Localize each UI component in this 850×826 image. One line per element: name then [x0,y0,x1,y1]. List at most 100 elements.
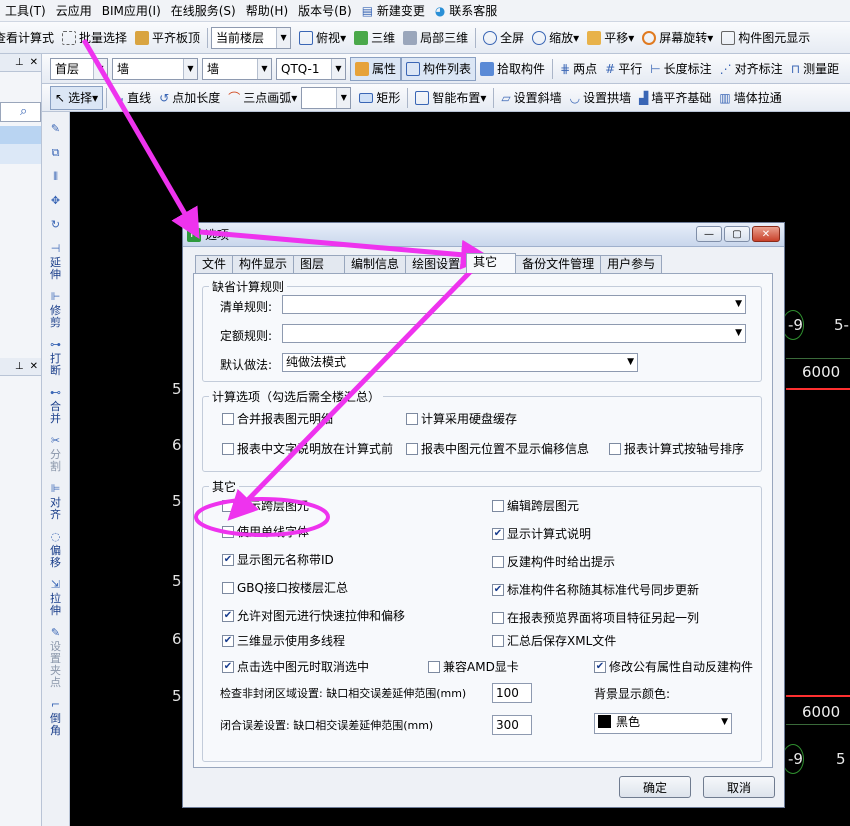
gap-check-input[interactable]: 100 [492,683,532,703]
disk-cache-checkbox[interactable]: 计算采用硬盘缓存 [406,410,517,427]
move-tool[interactable]: ✥ [48,195,64,209]
show-formula-note-checkbox[interactable]: ✔ 显示计算式说明 [492,525,591,542]
click-deselect-checkbox[interactable]: ✔ 点击选中图元时取消选中 [222,658,369,675]
pick-component-button[interactable]: 拾取构件 [476,57,549,81]
component-list-button[interactable]: 构件列表 [401,56,477,81]
fullscreen-button[interactable]: 全屏 [479,26,528,50]
hide-offset-info-checkbox[interactable]: 报表中图元位置不显示偏移信息 [406,440,589,457]
rotate-button[interactable]: 屏幕旋转 ▾ [638,26,717,50]
menu-online[interactable]: 在线服务(S) [166,0,241,21]
align-dim-button[interactable]: ⋰ 对齐标注 [716,57,787,81]
tab-component-display[interactable]: 构件显示 [232,255,295,273]
menu-version[interactable]: 版本号(B) [293,0,357,21]
tab-draw-settings[interactable]: 绘图设置 [405,255,468,273]
sync-standard-name-checkbox[interactable]: ✔ 标准构件名称随其标准代号同步更新 [492,581,699,598]
menu-contact[interactable]: ◕ 联系客服 [430,0,502,21]
tab-file[interactable]: 文件 [195,255,234,273]
point-length-button[interactable]: ↺ 点加长度 [155,86,224,110]
menu-help[interactable]: 帮助(H) [241,0,293,21]
arc3-button[interactable]: ⌒ 三点画弧 ▾ [224,86,301,110]
sort-by-axis-checkbox[interactable]: 报表计算式按轴号排序 [609,440,744,457]
merge-tool[interactable]: ⊷ 合并 [48,387,64,425]
arch-wall-button[interactable]: ◡ 设置拱墙 [566,86,636,110]
close-icon[interactable]: ✕ [30,361,38,372]
grip-tool[interactable]: ✎ 设置夹点 [48,627,64,689]
merge-report-detail-checkbox[interactable]: 合并报表图元明细 [222,410,333,427]
copy-tool[interactable]: ⧉ [48,147,64,161]
extend-tool[interactable]: ⊣ 延伸 [48,243,64,281]
align-slab-button[interactable]: 平齐板顶 [131,26,204,50]
pin-icon[interactable]: ⊥ [15,361,24,372]
ok-button[interactable]: 确定 [619,776,691,798]
search-icon[interactable]: ⌕ [20,104,27,119]
properties-button[interactable]: 属性 [350,56,402,81]
menu-bim[interactable]: BIM应用(I) [97,0,166,21]
smart-layout-button[interactable]: 智能布置 ▾ [411,86,490,110]
break-tool[interactable]: ⊶ 打断 [48,339,64,377]
text-before-formula-checkbox[interactable]: 报表中文字说明放在计算式前 [222,440,393,457]
default-method-select[interactable]: 纯做法模式 ▼ [282,353,638,372]
tab-user-participation[interactable]: 用户参与 [600,255,663,273]
floor-combo[interactable]: 当前楼层 ▼ [211,26,292,49]
view-calc-button[interactable]: 查看计算式 [0,26,58,50]
chamfer-tool[interactable]: ⌐ 倒角 [48,699,64,737]
layer-combo[interactable]: 首层 ▼ [50,57,108,80]
multithread-3d-checkbox[interactable]: ✔ 三维显示使用多线程 [222,632,345,649]
type2-combo[interactable]: 墙 ▼ [202,57,272,80]
rotate-tool[interactable]: ↻ [48,219,64,233]
tab-backup[interactable]: 备份文件管理 [515,255,602,273]
rect-button[interactable]: 矩形 [355,86,404,110]
component-display-button[interactable]: 构件图元显示 [717,26,814,50]
show-cross-floor-checkbox[interactable]: 显示跨层图元 [222,497,309,514]
tab-layer[interactable]: 图层 [293,255,346,273]
offset-tool[interactable]: ◌ 偏移 [48,531,64,569]
minimize-button[interactable]: — [696,226,722,242]
tree-item[interactable] [0,144,41,164]
stretch-tool[interactable]: ⇲ 拉伸 [48,579,64,617]
zoom-button[interactable]: 缩放 ▾ [528,26,583,50]
auto-rebuild-checkbox[interactable]: ✔ 修改公有属性自动反建构件 [594,658,753,675]
type1-combo[interactable]: 墙 ▼ [112,57,198,80]
length-dim-button[interactable]: ⊢ 长度标注 [646,57,715,81]
close-icon[interactable]: ✕ [30,57,38,68]
top-view-button[interactable]: 俯视 ▾ [295,26,350,50]
list-rule-select[interactable]: ▼ [282,295,746,314]
edit-cross-floor-checkbox[interactable]: 编辑跨层图元 [492,497,579,514]
three-d-button[interactable]: 三维 [350,26,399,50]
close-button[interactable]: ✕ [752,226,780,242]
close-err-input[interactable]: 300 [492,715,532,735]
two-points-button[interactable]: ⋕ 两点 [556,57,601,81]
align-tool[interactable]: ⊫ 对齐 [48,483,64,521]
trim-tool[interactable]: ⊩ 修剪 [48,291,64,329]
quick-stretch-checkbox[interactable]: ✔ 允许对图元进行快速拉伸和偏移 [222,607,405,624]
parallel-button[interactable]: # 平行 [601,57,646,81]
amd-compat-checkbox[interactable]: 兼容AMD显卡 [428,658,519,675]
slant-wall-button[interactable]: ▱ 设置斜墙 [497,86,565,110]
select-button[interactable]: ↖ 选择 ▾ [50,85,104,110]
mirror-tool[interactable]: ⫴ [48,171,64,185]
single-line-font-checkbox[interactable]: 使用单线字体 [222,523,309,540]
batch-select-button[interactable]: 批量选择 [58,26,131,50]
maximize-button[interactable]: ▢ [724,226,750,242]
cancel-button[interactable]: 取消 [703,776,775,798]
menu-cloud[interactable]: 云应用 [51,0,97,21]
component-combo[interactable]: QTQ-1 ▼ [276,57,346,80]
line-button[interactable]: ↘ 直线 [110,86,155,110]
bg-color-select[interactable]: 黑色 ▼ [594,713,732,734]
measure-button[interactable]: ⊓ 测量距 [787,57,843,81]
wall-pull-button[interactable]: ▥ 墙体拉通 [715,86,785,110]
menu-new-change[interactable]: ▤ 新建变更 [357,0,430,21]
pan-button[interactable]: 平移 ▾ [583,26,638,50]
pin-icon[interactable]: ⊥ [15,57,24,68]
wall-align-base-button[interactable]: ▟ 墙平齐基础 [635,86,715,110]
pen-tool[interactable]: ✎ [48,123,64,137]
quota-rule-select[interactable]: ▼ [282,324,746,343]
feature-new-column-checkbox[interactable]: 在报表预览界面将项目特征另起一列 [492,609,699,626]
split-tool[interactable]: ✂ 分割 [48,435,64,473]
tree-item-selected[interactable] [0,126,41,144]
gbq-by-floor-checkbox[interactable]: GBQ接口按楼层汇总 [222,579,348,596]
show-name-with-id-checkbox[interactable]: ✔ 显示图元名称带ID [222,551,334,568]
tab-compile-info[interactable]: 编制信息 [344,255,407,273]
arc-mode-combo[interactable]: ▼ [301,86,352,109]
local-3d-button[interactable]: 局部三维 [399,26,472,50]
